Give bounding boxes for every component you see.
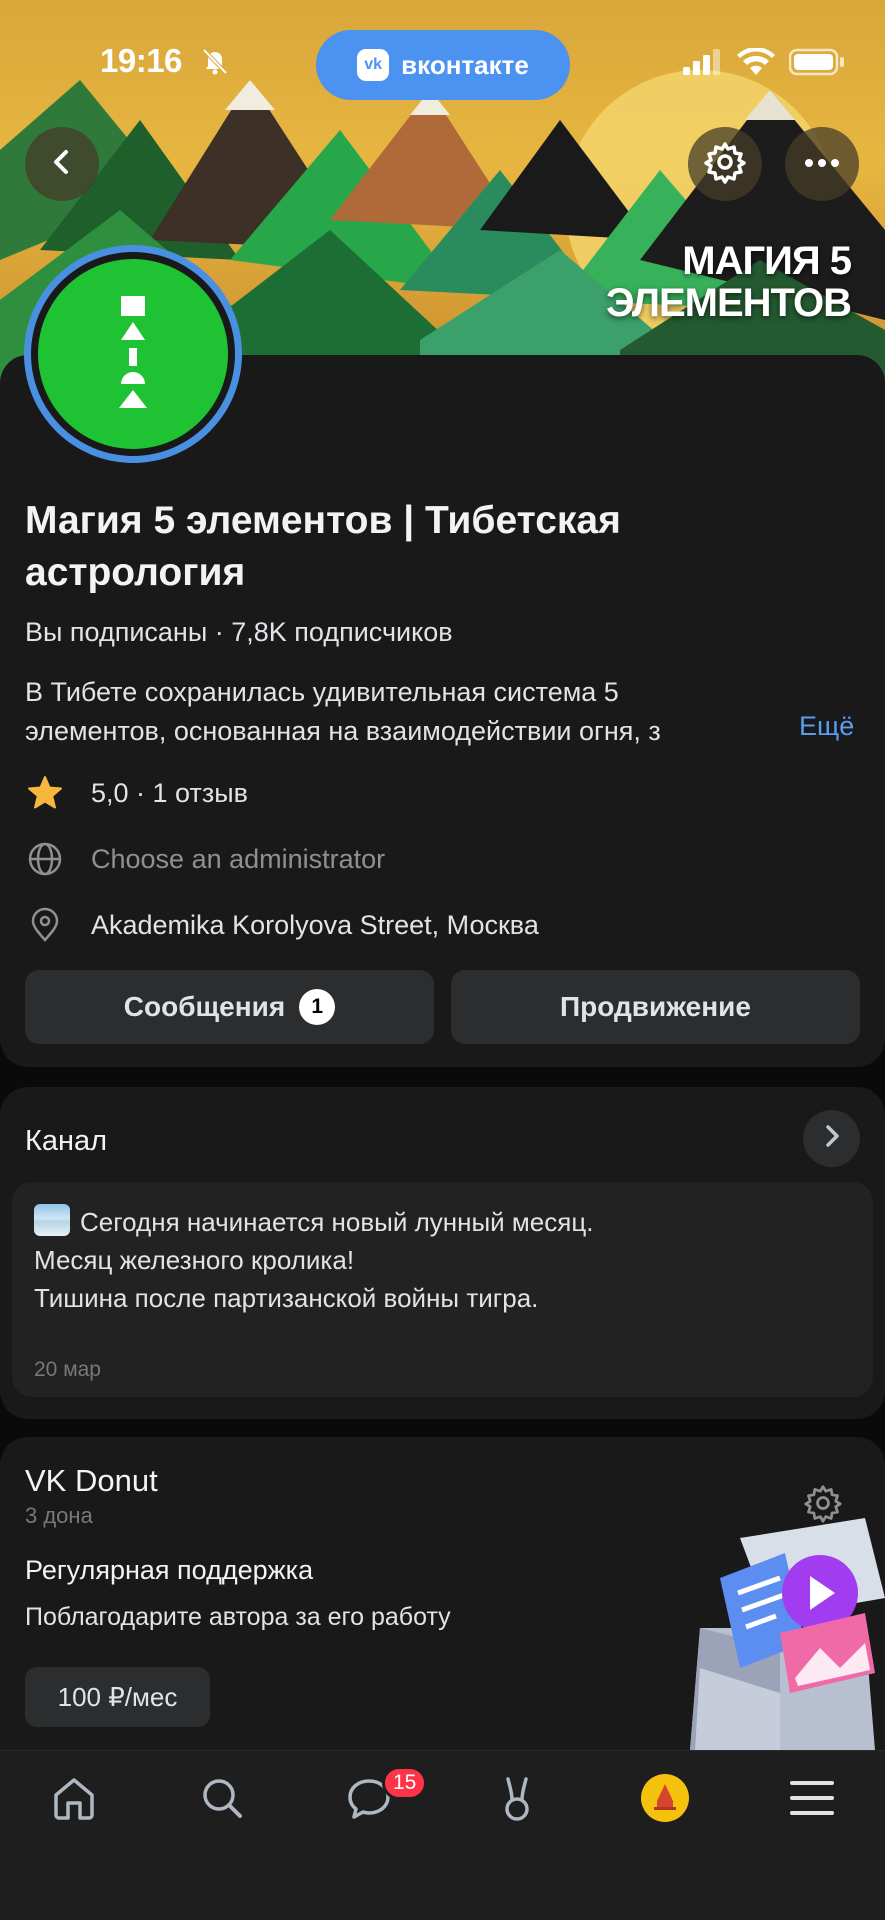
promotion-button[interactable]: Продвижение bbox=[451, 970, 860, 1044]
address-text: Akademika Korolyova Street, Москва bbox=[91, 909, 539, 940]
tab-menu[interactable] bbox=[772, 1760, 852, 1840]
donut-subtitle: 3 дона bbox=[25, 1503, 93, 1528]
status-bar: 19:16 vk вконтакте bbox=[0, 30, 885, 100]
address-row[interactable]: Akademika Korolyova Street, Москва bbox=[25, 905, 539, 945]
support-title: Регулярная поддержка bbox=[25, 1555, 314, 1585]
website-text: Choose an administrator bbox=[91, 843, 386, 874]
search-icon bbox=[197, 1773, 247, 1828]
more-button[interactable] bbox=[785, 127, 859, 201]
post-line-1: Сегодня начинается новый лунный месяц. bbox=[80, 1207, 594, 1237]
star-icon bbox=[25, 773, 65, 813]
vk-logo-icon: vk bbox=[357, 49, 390, 81]
battery-icon bbox=[788, 48, 845, 81]
subscribe-price-button[interactable]: 100 ₽/мес bbox=[25, 1667, 210, 1727]
messages-tab-badge: 15 bbox=[382, 1766, 428, 1800]
channel-open-button[interactable] bbox=[803, 1110, 860, 1167]
promotion-button-label: Продвижение bbox=[560, 991, 751, 1022]
post-line-3: Тишина после партизанской войны тигра. bbox=[34, 1283, 539, 1313]
avatar-logo bbox=[38, 259, 228, 449]
profile-avatar bbox=[640, 1773, 690, 1828]
website-row[interactable]: Choose an administrator bbox=[25, 839, 385, 879]
post-thumbnail bbox=[34, 1204, 70, 1236]
tab-clips[interactable] bbox=[477, 1760, 557, 1840]
messages-button-label: Сообщения bbox=[123, 991, 286, 1022]
vk-pill-label: вконтакте bbox=[401, 49, 529, 80]
globe-icon bbox=[25, 839, 65, 879]
community-avatar[interactable] bbox=[24, 245, 242, 463]
gear-icon bbox=[703, 140, 747, 189]
post-line-2: Месяц железного кролика! bbox=[34, 1245, 355, 1275]
tab-home[interactable] bbox=[34, 1760, 114, 1840]
bell-off-icon bbox=[200, 46, 230, 81]
clips-icon bbox=[492, 1773, 542, 1828]
rating-text: 5,0 · 1 отзыв bbox=[91, 777, 248, 808]
home-icon bbox=[49, 1773, 99, 1828]
wifi-icon bbox=[737, 47, 775, 81]
donut-title: VK Donut bbox=[25, 1463, 158, 1498]
description-line-2: элементов, основанная на взаимодействии … bbox=[25, 716, 661, 746]
description-line-1: В Тибете сохранилась удивительная систем… bbox=[25, 677, 619, 707]
tab-profile[interactable] bbox=[625, 1760, 705, 1840]
more-icon bbox=[804, 155, 840, 173]
messages-count-badge: 1 bbox=[299, 989, 336, 1025]
gift-box-illustration bbox=[680, 1518, 885, 1755]
status-time: 19:16 bbox=[100, 42, 182, 79]
chevron-left-icon bbox=[47, 147, 77, 182]
subscription-status[interactable]: Вы подписаны · 7,8K подписчиков bbox=[25, 617, 453, 648]
support-description: Поблагодарите автора за его работу bbox=[25, 1603, 451, 1631]
tab-search[interactable] bbox=[182, 1760, 262, 1840]
cover-title-line2: ЭЛЕМЕНТОВ bbox=[605, 281, 852, 325]
channel-title[interactable]: Канал bbox=[25, 1125, 107, 1158]
signal-icon bbox=[683, 49, 723, 80]
more-link[interactable]: Ещё bbox=[799, 711, 854, 742]
menu-icon bbox=[789, 1778, 835, 1823]
post-date: 20 мар bbox=[34, 1358, 101, 1381]
bottom-tab-bar bbox=[0, 1750, 885, 1920]
back-button[interactable] bbox=[25, 127, 99, 201]
channel-post-text: Сегодня начинается новый лунный месяц. М… bbox=[34, 1203, 593, 1317]
community-description[interactable]: В Тибете сохранилась удивительная систем… bbox=[25, 673, 785, 751]
location-pin-icon bbox=[25, 905, 65, 945]
vk-pill[interactable]: vk вконтакте bbox=[316, 30, 570, 100]
rating-row[interactable]: 5,0 · 1 отзыв bbox=[25, 773, 248, 813]
chevron-right-icon bbox=[822, 1124, 842, 1153]
community-name: Магия 5 элементов | Тибетская астрология bbox=[25, 499, 621, 594]
settings-button[interactable] bbox=[688, 127, 762, 201]
cover-title-line1: МАГИЯ 5 bbox=[682, 239, 852, 283]
messages-button[interactable]: Сообщения 1 bbox=[25, 970, 434, 1044]
